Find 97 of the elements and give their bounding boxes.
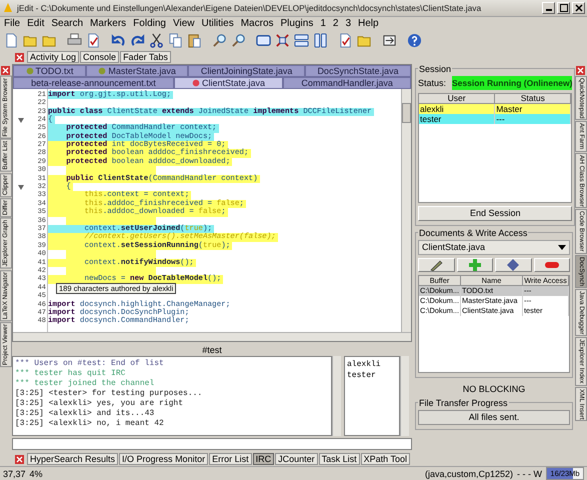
buffer-tab[interactable]: ClientState.java [174, 76, 284, 89]
search-icon[interactable] [230, 32, 247, 50]
buffer-mode: (java,custom,Cp1252) [424, 468, 513, 478]
chat-message: [3:25] <tester> for testing purposes... [15, 388, 204, 399]
table-cell: tester [419, 114, 496, 124]
menu-item[interactable]: Folding [133, 18, 166, 30]
close-icon[interactable] [15, 52, 24, 62]
buffer-tab[interactable]: ClientJoiningState.java [188, 64, 305, 77]
message-input[interactable] [12, 438, 412, 450]
menu-item[interactable]: Macros [240, 18, 274, 30]
blocking-label: NO BLOCKING [462, 382, 526, 396]
maximize-icon [560, 4, 568, 12]
dock-tab[interactable]: Fader Tabs [120, 51, 171, 64]
app-icon [2, 2, 14, 14]
buffer-tab[interactable]: beta-release-announcement.txt [13, 76, 174, 89]
fold-icon[interactable] [18, 118, 24, 123]
status-label: Status: [418, 78, 446, 88]
progress-text: All files sent. [468, 412, 520, 422]
scroll-percent: 4% [30, 468, 43, 478]
dock-tab[interactable]: Error List [209, 453, 252, 466]
chat-message: *** Users on #test: End of list [15, 358, 165, 369]
end-session-button[interactable]: End Session [418, 206, 572, 221]
diamond-icon [507, 258, 520, 271]
dock-tab[interactable]: Task List [318, 453, 360, 466]
buffer-tab[interactable]: TODO.txt [13, 64, 86, 77]
split-icon[interactable] [274, 32, 291, 50]
menu-item[interactable]: 2 [332, 18, 338, 30]
section-title: File Transfer Progress [418, 398, 509, 408]
close-icon[interactable] [576, 66, 584, 75]
fold-icon[interactable] [18, 185, 24, 190]
chat-message: *** tester joined the channel [15, 378, 156, 389]
menu-item[interactable]: Utilities [201, 18, 234, 30]
table-row[interactable]: tester --- [419, 114, 572, 124]
buffer-tab[interactable]: MasterState.java [86, 64, 188, 77]
caret-position: 37,37 [3, 468, 26, 478]
buffer-tab[interactable]: CommandHandler.java [283, 76, 412, 89]
scrollbar[interactable] [400, 356, 409, 436]
dock-tab[interactable]: HyperSearch Results [27, 453, 118, 466]
dock-tab[interactable]: Activity Log [27, 51, 80, 64]
dock-tab[interactable]: Console [80, 51, 120, 64]
split-icon[interactable] [312, 32, 329, 50]
channel-title: #test [201, 344, 223, 356]
section-title: Session [418, 64, 452, 74]
menu-item[interactable]: 1 [320, 18, 326, 30]
add-button[interactable] [456, 258, 493, 272]
menu-item[interactable]: File [4, 18, 20, 30]
window-title: jEdit - C:\Dokumente und Einstellungen\Alexander\Eigene Dateien\DEVELOP\jeditdocsynch\docsynch\states\ClientState.java [17, 2, 482, 13]
split-icon[interactable] [293, 32, 310, 50]
menu-item[interactable]: Search [51, 18, 84, 30]
minus-icon [544, 262, 559, 268]
file-icon [26, 66, 34, 75]
close-icon [574, 4, 582, 12]
pen-icon [429, 258, 444, 271]
scrollbar[interactable] [332, 356, 341, 436]
chat-message: [3:25] <alexkli> and its...43 [15, 408, 156, 419]
remove-button[interactable] [534, 258, 570, 272]
search-icon[interactable] [211, 32, 228, 50]
maximize-button[interactable] [557, 2, 570, 14]
document-dropdown[interactable]: ClientState.java [418, 240, 570, 255]
dock-tab[interactable]: XPath Tool [360, 453, 410, 466]
plus-icon [468, 258, 481, 271]
dock-tab[interactable]: I/O Progress Monitor [119, 453, 208, 466]
dock-tab[interactable]: IRC [252, 453, 274, 466]
user-name[interactable]: alexkli [347, 358, 397, 370]
paste-icon[interactable] [186, 32, 203, 50]
close-button[interactable] [572, 2, 585, 14]
chat-message: [3:25] <alexkli> yes, you are right [15, 398, 184, 409]
menu-item[interactable]: Edit [27, 18, 44, 30]
minimize-icon [546, 9, 552, 12]
buffer-flags: - - - W [517, 468, 542, 478]
dock-tab[interactable]: JCounter [275, 453, 318, 466]
minimize-button[interactable] [542, 2, 555, 14]
menu-item[interactable]: Markers [90, 18, 126, 30]
menu-item[interactable]: Help [358, 18, 379, 30]
close-icon[interactable] [15, 454, 24, 464]
table-cell: --- [495, 114, 572, 124]
caret-icon [558, 244, 566, 250]
file-icon [192, 78, 200, 87]
close-icon[interactable] [0, 66, 10, 75]
menu-item[interactable]: View [172, 18, 194, 30]
user-name[interactable]: tester [347, 370, 397, 381]
section-title: Documents & Write Access [418, 228, 528, 238]
scrollbar[interactable] [401, 88, 411, 332]
cut-icon[interactable] [148, 32, 165, 50]
scrollbar[interactable] [13, 332, 411, 341]
pen-button[interactable] [418, 258, 454, 272]
chat-message: *** tester has quit IRC [15, 368, 126, 379]
chat-message: [3:25] <alexkli> no, i meant 42 [15, 418, 165, 429]
help-icon[interactable] [406, 32, 423, 50]
menu-item[interactable]: Plugins [280, 18, 314, 30]
menu-item[interactable]: 3 [345, 18, 352, 30]
table-row[interactable]: alexkli Master [419, 104, 572, 114]
file-icon [98, 66, 106, 75]
buffer-tab[interactable]: DocSynchState.java [304, 64, 411, 77]
diamond-button[interactable] [495, 258, 532, 272]
status-indicator: Session Running (Onlinenew) [452, 76, 572, 90]
copy-icon[interactable] [167, 32, 184, 50]
